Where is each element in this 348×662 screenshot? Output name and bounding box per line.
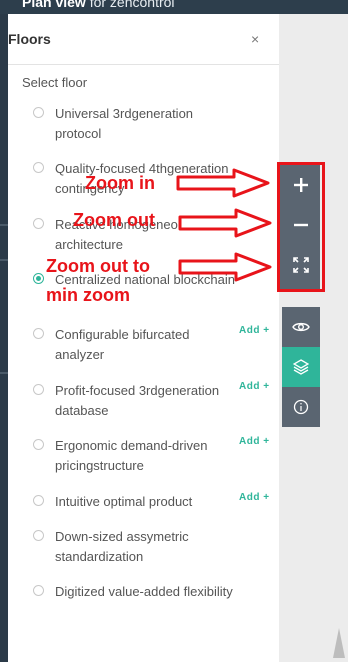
floor-radio[interactable]	[33, 530, 44, 541]
panel-header: Floors ×	[8, 14, 279, 65]
annotation-zoom-in: Zoom in	[85, 173, 155, 193]
floor-radio[interactable]	[33, 107, 44, 118]
floor-radio[interactable]	[33, 328, 44, 339]
floors-panel: Floors × Select floor Universal 3rdgener…	[8, 14, 279, 662]
floor-name: Ergonomic demand-driven pricingstructure	[55, 438, 208, 473]
select-floor-label: Select floor	[22, 75, 88, 90]
annotation-zoom-min-line1: Zoom out to	[46, 256, 150, 276]
app-header: Plan view for zencontrol	[0, 0, 348, 14]
floor-name: Digitized value-added flexibility	[55, 584, 233, 599]
visibility-button[interactable]	[282, 307, 320, 347]
floor-name: Profit-focused 3rdgeneration database	[55, 383, 220, 418]
arrow-zoom-in	[176, 168, 270, 198]
annotation-zoom-out: Zoom out	[73, 210, 155, 230]
floor-name: Universal 3rdgeneration protocol	[55, 106, 194, 141]
floor-radio[interactable]	[33, 384, 44, 395]
zoom-highlight-box	[277, 162, 325, 292]
arrow-zoom-out	[178, 208, 272, 238]
close-icon[interactable]: ×	[251, 31, 259, 47]
annotation-zoom-min-line2: min zoom	[46, 285, 130, 305]
floor-radio[interactable]	[33, 495, 44, 506]
floor-name: Configurable bifurcated analyzer	[55, 327, 190, 362]
floor-name: Intuitive optimal product	[55, 494, 193, 509]
floor-radio[interactable]	[33, 218, 44, 229]
info-button[interactable]	[282, 387, 320, 427]
floor-radio-selected[interactable]	[33, 273, 44, 284]
layers-icon	[293, 359, 309, 375]
eye-icon	[292, 322, 310, 332]
add-floor-button[interactable]: Add +	[239, 492, 270, 503]
info-icon	[293, 399, 309, 415]
map-shape	[333, 628, 345, 658]
add-floor-button[interactable]: Add +	[239, 436, 270, 447]
panel-title: Floors	[8, 31, 51, 47]
floor-radio[interactable]	[33, 162, 44, 173]
floor-name: Down-sized assymetric standardization	[55, 529, 189, 564]
arrow-zoom-min	[178, 252, 272, 282]
add-floor-button[interactable]: Add +	[239, 325, 270, 336]
app-title: Plan view for zencontrol	[22, 0, 175, 10]
floor-radio[interactable]	[33, 439, 44, 450]
layers-button[interactable]	[282, 347, 320, 387]
left-nav-strip	[0, 14, 8, 662]
add-floor-button[interactable]: Add +	[239, 381, 270, 392]
floor-radio[interactable]	[33, 585, 44, 596]
